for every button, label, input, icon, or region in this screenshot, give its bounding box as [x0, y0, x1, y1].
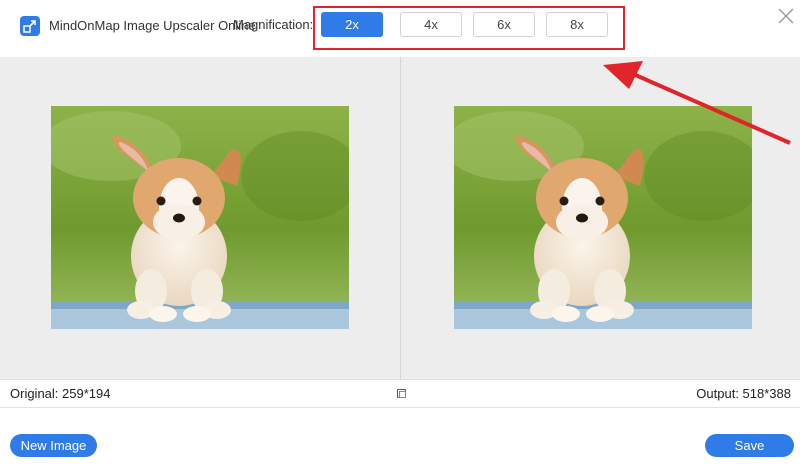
annotation-highlight-box [313, 6, 625, 50]
app-logo-icon [20, 16, 40, 36]
compare-icon[interactable] [397, 389, 406, 398]
output-size-label: Output: 518*388 [696, 386, 791, 401]
app-title: MindOnMap Image Upscaler Online [49, 18, 256, 33]
close-icon[interactable] [777, 7, 795, 25]
magnification-label: Magnification: [233, 17, 314, 32]
save-button[interactable]: Save [705, 434, 794, 457]
original-size-label: Original: 259*194 [10, 386, 111, 401]
image-info-bar: Original: 259*194 Output: 518*388 [0, 379, 800, 408]
preview-divider [400, 57, 401, 379]
annotation-arrow [595, 55, 800, 155]
new-image-button[interactable]: New Image [10, 434, 97, 457]
original-image-preview [51, 106, 349, 329]
